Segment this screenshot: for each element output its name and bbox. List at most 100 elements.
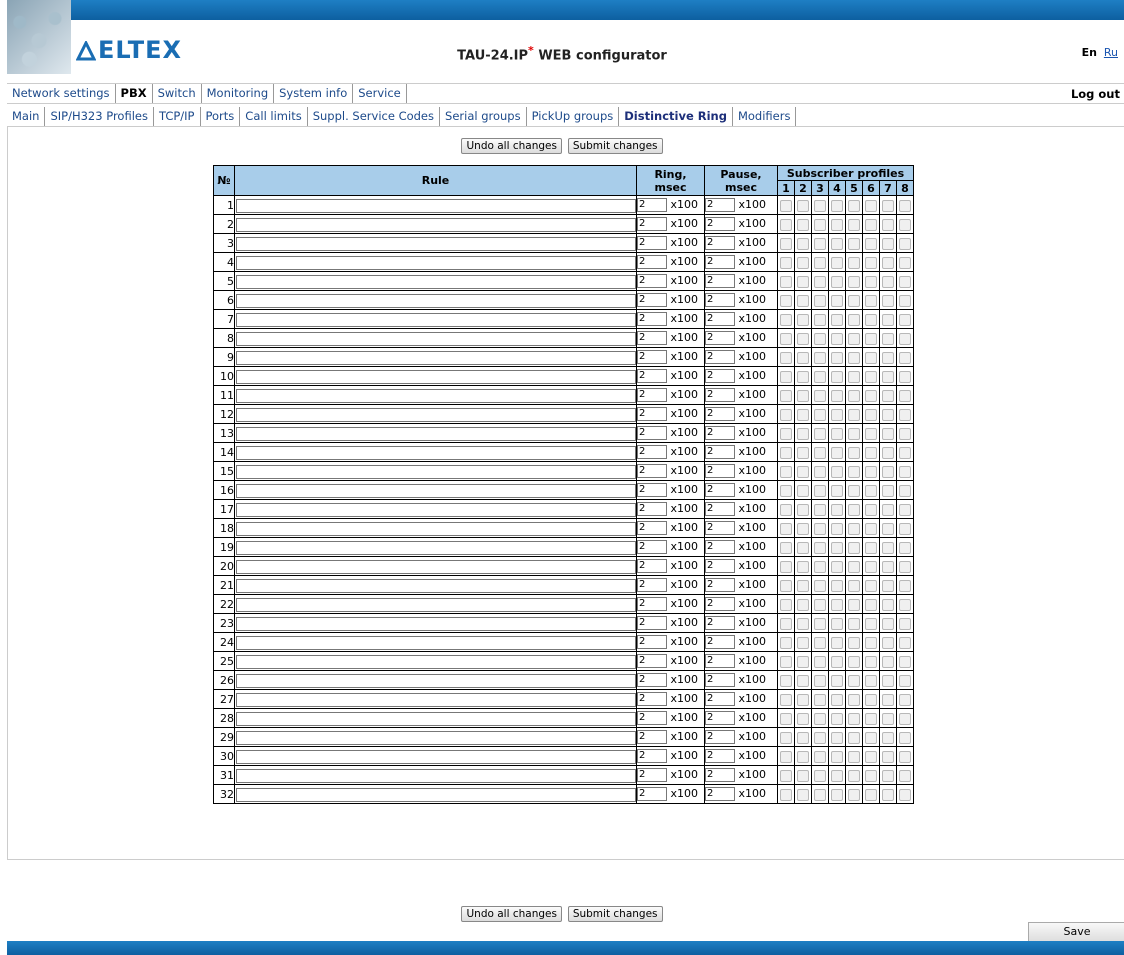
profile-checkbox[interactable] (848, 332, 860, 345)
profile-checkbox[interactable] (780, 218, 792, 231)
profile-checkbox[interactable] (814, 237, 826, 250)
profile-checkbox[interactable] (831, 332, 843, 345)
profile-checkbox[interactable] (814, 503, 826, 516)
profile-checkbox[interactable] (780, 427, 792, 440)
profile-checkbox[interactable] (882, 408, 894, 421)
logout-link[interactable]: Log out (1071, 87, 1120, 101)
profile-checkbox[interactable] (899, 522, 911, 535)
profile-checkbox[interactable] (848, 199, 860, 212)
profile-checkbox[interactable] (882, 370, 894, 383)
profile-checkbox[interactable] (865, 351, 877, 364)
profile-checkbox[interactable] (848, 674, 860, 687)
profile-checkbox[interactable] (899, 712, 911, 725)
profile-checkbox[interactable] (780, 256, 792, 269)
lang-en[interactable]: En (1082, 46, 1097, 59)
submenu-tcp-ip[interactable]: TCP/IP (154, 107, 201, 126)
lang-ru-link[interactable]: Ru (1104, 46, 1118, 59)
profile-checkbox[interactable] (899, 446, 911, 459)
profile-checkbox[interactable] (899, 199, 911, 212)
profile-checkbox[interactable] (882, 275, 894, 288)
pause-input[interactable]: 2 (705, 597, 735, 611)
profile-checkbox[interactable] (814, 617, 826, 630)
profile-checkbox[interactable] (865, 655, 877, 668)
profile-checkbox[interactable] (848, 788, 860, 801)
profile-checkbox[interactable] (780, 522, 792, 535)
profile-checkbox[interactable] (899, 598, 911, 611)
profile-checkbox[interactable] (848, 294, 860, 307)
profile-checkbox[interactable] (882, 522, 894, 535)
profile-checkbox[interactable] (780, 484, 792, 497)
pause-input[interactable]: 2 (705, 768, 735, 782)
profile-checkbox[interactable] (882, 313, 894, 326)
profile-checkbox[interactable] (882, 237, 894, 250)
rule-input[interactable] (236, 578, 636, 593)
ring-input[interactable]: 2 (637, 730, 667, 744)
menu-monitoring[interactable]: Monitoring (202, 84, 275, 103)
profile-checkbox[interactable] (882, 769, 894, 782)
pause-input[interactable]: 2 (705, 274, 735, 288)
profile-checkbox[interactable] (797, 256, 809, 269)
profile-checkbox[interactable] (882, 294, 894, 307)
profile-checkbox[interactable] (882, 750, 894, 763)
profile-checkbox[interactable] (814, 674, 826, 687)
ring-input[interactable]: 2 (637, 559, 667, 573)
profile-checkbox[interactable] (882, 541, 894, 554)
ring-input[interactable]: 2 (637, 673, 667, 687)
profile-checkbox[interactable] (865, 503, 877, 516)
rule-input[interactable] (236, 483, 636, 498)
profile-checkbox[interactable] (831, 788, 843, 801)
rule-input[interactable] (236, 540, 636, 555)
profile-checkbox[interactable] (831, 769, 843, 782)
ring-input[interactable]: 2 (637, 236, 667, 250)
profile-checkbox[interactable] (780, 617, 792, 630)
profile-checkbox[interactable] (899, 731, 911, 744)
submenu-call-limits[interactable]: Call limits (240, 107, 308, 126)
profile-checkbox[interactable] (814, 199, 826, 212)
rule-input[interactable] (236, 597, 636, 612)
profile-checkbox[interactable] (831, 522, 843, 535)
profile-checkbox[interactable] (848, 560, 860, 573)
profile-checkbox[interactable] (780, 712, 792, 725)
profile-checkbox[interactable] (780, 389, 792, 402)
profile-checkbox[interactable] (848, 617, 860, 630)
ring-input[interactable]: 2 (637, 407, 667, 421)
profile-checkbox[interactable] (814, 389, 826, 402)
profile-checkbox[interactable] (780, 313, 792, 326)
rule-input[interactable] (236, 445, 636, 460)
profile-checkbox[interactable] (848, 351, 860, 364)
profile-checkbox[interactable] (780, 370, 792, 383)
profile-checkbox[interactable] (797, 199, 809, 212)
profile-checkbox[interactable] (831, 218, 843, 231)
profile-checkbox[interactable] (814, 712, 826, 725)
profile-checkbox[interactable] (831, 408, 843, 421)
pause-input[interactable]: 2 (705, 293, 735, 307)
profile-checkbox[interactable] (882, 788, 894, 801)
profile-checkbox[interactable] (780, 408, 792, 421)
pause-input[interactable]: 2 (705, 787, 735, 801)
profile-checkbox[interactable] (814, 294, 826, 307)
profile-checkbox[interactable] (797, 332, 809, 345)
profile-checkbox[interactable] (797, 731, 809, 744)
ring-input[interactable]: 2 (637, 464, 667, 478)
profile-checkbox[interactable] (780, 541, 792, 554)
profile-checkbox[interactable] (814, 313, 826, 326)
profile-checkbox[interactable] (882, 199, 894, 212)
submenu-serial-groups[interactable]: Serial groups (440, 107, 527, 126)
profile-checkbox[interactable] (899, 332, 911, 345)
pause-input[interactable]: 2 (705, 673, 735, 687)
profile-checkbox[interactable] (865, 674, 877, 687)
rule-input[interactable] (236, 388, 636, 403)
profile-checkbox[interactable] (882, 484, 894, 497)
ring-input[interactable]: 2 (637, 692, 667, 706)
profile-checkbox[interactable] (899, 351, 911, 364)
profile-checkbox[interactable] (899, 617, 911, 630)
profile-checkbox[interactable] (848, 769, 860, 782)
profile-checkbox[interactable] (848, 731, 860, 744)
profile-checkbox[interactable] (848, 522, 860, 535)
profile-checkbox[interactable] (831, 427, 843, 440)
profile-checkbox[interactable] (899, 788, 911, 801)
profile-checkbox[interactable] (899, 427, 911, 440)
profile-checkbox[interactable] (831, 731, 843, 744)
profile-checkbox[interactable] (831, 256, 843, 269)
profile-checkbox[interactable] (882, 655, 894, 668)
